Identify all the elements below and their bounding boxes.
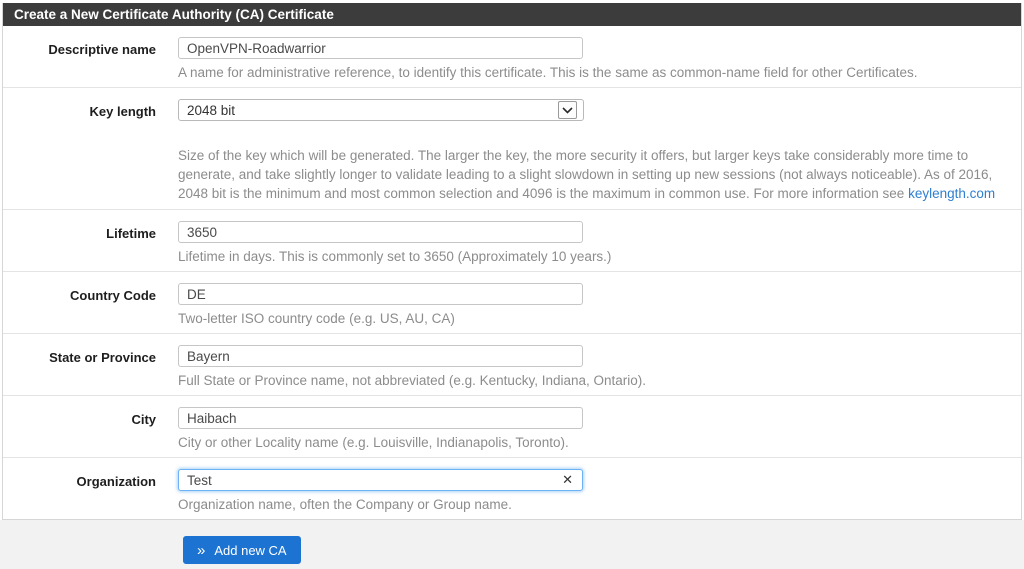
organization-input-wrap: ✕ bbox=[178, 469, 583, 491]
state-province-input[interactable] bbox=[178, 345, 583, 367]
key-length-selected-value: 2048 bit bbox=[187, 103, 235, 118]
lifetime-help: Lifetime in days. This is commonly set t… bbox=[178, 249, 1013, 265]
descriptive-name-label: Descriptive name bbox=[48, 42, 156, 57]
clear-input-icon[interactable]: ✕ bbox=[562, 472, 573, 488]
add-new-ca-label: Add new CA bbox=[214, 543, 286, 558]
country-code-label: Country Code bbox=[70, 288, 156, 303]
organization-help: Organization name, often the Company or … bbox=[178, 497, 1013, 513]
form-row-city: City City or other Locality name (e.g. L… bbox=[3, 396, 1021, 458]
city-label: City bbox=[131, 412, 156, 427]
form-row-state-province: State or Province Full State or Province… bbox=[3, 334, 1021, 396]
organization-input[interactable] bbox=[178, 469, 583, 491]
input-column: 2048 bit Size of the key which will be g… bbox=[156, 99, 1021, 203]
form-row-lifetime: Lifetime Lifetime in days. This is commo… bbox=[3, 210, 1021, 272]
form-footer: » Add new CA bbox=[0, 520, 1024, 569]
lifetime-input[interactable] bbox=[178, 221, 583, 243]
ca-form-panel: Create a New Certificate Authority (CA) … bbox=[2, 3, 1022, 520]
input-column: City or other Locality name (e.g. Louisv… bbox=[156, 407, 1021, 451]
key-length-help: Size of the key which will be generated.… bbox=[178, 146, 1013, 203]
label-column: State or Province bbox=[3, 345, 156, 389]
input-column: Lifetime in days. This is commonly set t… bbox=[156, 221, 1021, 265]
label-column: Organization bbox=[3, 469, 156, 513]
form-row-country-code: Country Code Two-letter ISO country code… bbox=[3, 272, 1021, 334]
country-code-help: Two-letter ISO country code (e.g. US, AU… bbox=[178, 311, 1013, 327]
form-row-key-length: Key length 2048 bit Size of the key whic… bbox=[3, 88, 1021, 210]
label-column: Country Code bbox=[3, 283, 156, 327]
label-column: Descriptive name bbox=[3, 37, 156, 81]
input-column: A name for administrative reference, to … bbox=[156, 37, 1021, 81]
key-length-select[interactable]: 2048 bit bbox=[178, 99, 584, 121]
label-column: Key length bbox=[3, 99, 156, 203]
label-column: Lifetime bbox=[3, 221, 156, 265]
input-column: Two-letter ISO country code (e.g. US, AU… bbox=[156, 283, 1021, 327]
form-row-organization: Organization ✕ Organization name, often … bbox=[3, 458, 1021, 519]
double-angle-right-icon: » bbox=[197, 543, 205, 558]
form-row-descriptive-name: Descriptive name A name for administrati… bbox=[3, 26, 1021, 88]
chevron-down-icon bbox=[558, 101, 577, 119]
label-column: City bbox=[3, 407, 156, 451]
descriptive-name-help: A name for administrative reference, to … bbox=[178, 65, 1013, 81]
keylength-link[interactable]: keylength.com bbox=[908, 186, 995, 201]
input-column: ✕ Organization name, often the Company o… bbox=[156, 469, 1021, 513]
key-length-help-text: Size of the key which will be generated.… bbox=[178, 148, 992, 201]
input-column: Full State or Province name, not abbrevi… bbox=[156, 345, 1021, 389]
add-new-ca-button[interactable]: » Add new CA bbox=[183, 536, 301, 564]
state-province-label: State or Province bbox=[49, 350, 156, 365]
lifetime-label: Lifetime bbox=[106, 226, 156, 241]
city-help: City or other Locality name (e.g. Louisv… bbox=[178, 435, 1013, 451]
key-length-label: Key length bbox=[90, 104, 156, 119]
city-input[interactable] bbox=[178, 407, 583, 429]
descriptive-name-input[interactable] bbox=[178, 37, 583, 59]
country-code-input[interactable] bbox=[178, 283, 583, 305]
page: Create a New Certificate Authority (CA) … bbox=[0, 3, 1024, 567]
state-province-help: Full State or Province name, not abbrevi… bbox=[178, 373, 1013, 389]
organization-label: Organization bbox=[77, 474, 156, 489]
panel-title: Create a New Certificate Authority (CA) … bbox=[3, 3, 1021, 26]
